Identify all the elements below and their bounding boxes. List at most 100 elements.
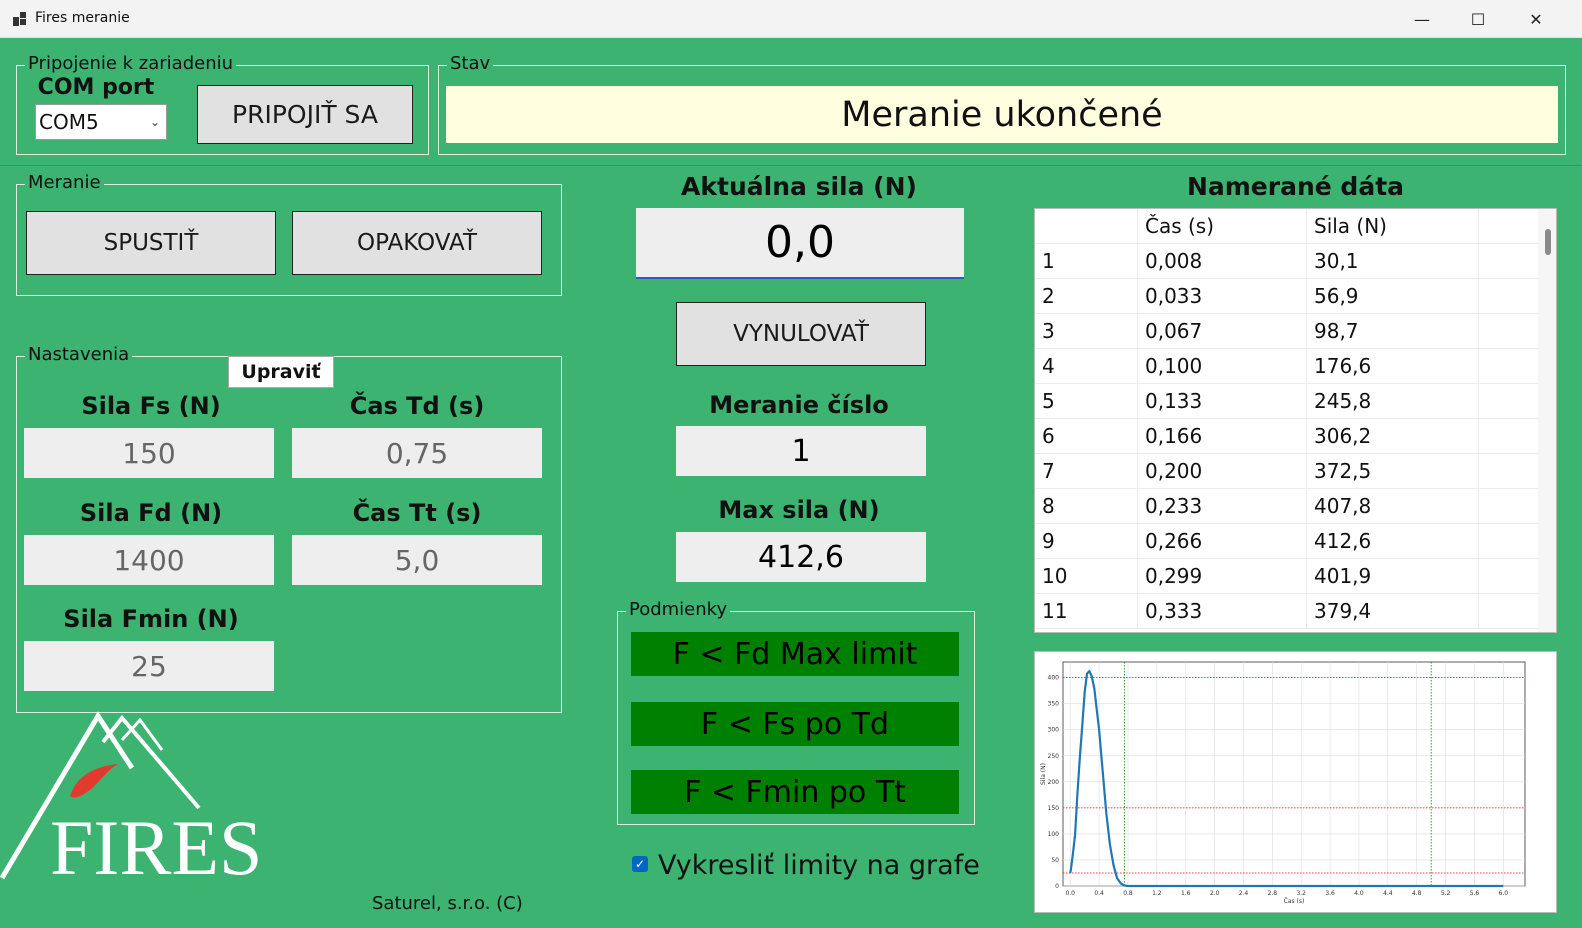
td-input[interactable]: 0,75 bbox=[292, 428, 542, 478]
chart-svg: 0.0 0.4 0.8 1.2 1.6 2.0 2.4 2.8 3.2 3.6 4.0 4.4 4.8 5… bbox=[1040, 661, 1526, 905]
status-legend: Stav bbox=[447, 53, 494, 75]
y-tick-label: 350 bbox=[1048, 701, 1060, 708]
row-index: 10 bbox=[1035, 559, 1138, 594]
tt-label: Čas Tt (s) bbox=[352, 499, 482, 527]
x-tick-label: 2.4 bbox=[1239, 890, 1249, 897]
com-port-select[interactable]: COM5 ⌄ bbox=[35, 104, 167, 140]
close-button[interactable]: ✕ bbox=[1508, 0, 1564, 38]
x-tick-label: 0.8 bbox=[1123, 890, 1133, 897]
row-index: 8 bbox=[1035, 489, 1138, 524]
row-time: 0,166 bbox=[1138, 419, 1307, 454]
row-filler bbox=[1479, 524, 1540, 559]
x-tick-label: 6.0 bbox=[1499, 890, 1509, 897]
row-time: 0,033 bbox=[1138, 279, 1307, 314]
row-force: 56,9 bbox=[1307, 279, 1479, 314]
row-force: 176,6 bbox=[1307, 349, 1479, 384]
current-force-label: Aktuálna sila (N) bbox=[681, 172, 917, 201]
y-tick-label: 250 bbox=[1048, 753, 1060, 760]
row-force: 98,7 bbox=[1307, 314, 1479, 349]
row-filler bbox=[1479, 384, 1540, 419]
title-bar: Fires meranie — ☐ ✕ bbox=[0, 0, 1582, 38]
measurement-number-value: 1 bbox=[676, 426, 926, 476]
scroll-thumb[interactable] bbox=[1545, 229, 1551, 255]
row-index: 7 bbox=[1035, 454, 1138, 489]
x-tick-label: 5.2 bbox=[1441, 890, 1451, 897]
table-row[interactable]: 10 0,299 401,9 bbox=[1035, 559, 1540, 594]
row-index: 9 bbox=[1035, 524, 1138, 559]
row-time: 0,266 bbox=[1138, 524, 1307, 559]
repeat-button[interactable]: OPAKOVAŤ bbox=[292, 211, 542, 275]
x-tick-label: 2.8 bbox=[1268, 890, 1278, 897]
logo-text: FIRES bbox=[50, 804, 262, 882]
divider bbox=[0, 165, 1582, 166]
window-title: Fires meranie bbox=[35, 10, 130, 26]
row-filler bbox=[1479, 419, 1540, 454]
row-index: 5 bbox=[1035, 384, 1138, 419]
chevron-down-icon: ⌄ bbox=[149, 115, 160, 129]
x-tick-label: 4.8 bbox=[1412, 890, 1422, 897]
table-row[interactable]: 2 0,033 56,9 bbox=[1035, 279, 1540, 314]
table-row[interactable]: 6 0,166 306,2 bbox=[1035, 419, 1540, 454]
fd-label: Sila Fd (N) bbox=[79, 499, 223, 527]
table-row[interactable]: 4 0,100 176,6 bbox=[1035, 349, 1540, 384]
start-button[interactable]: SPUSTIŤ bbox=[26, 211, 276, 275]
y-tick-label: 0 bbox=[1055, 883, 1059, 890]
y-tick-label: 100 bbox=[1048, 831, 1060, 838]
x-tick-label: 3.2 bbox=[1296, 890, 1306, 897]
fd-input[interactable]: 1400 bbox=[24, 535, 274, 585]
row-time: 0,299 bbox=[1138, 559, 1307, 594]
x-tick-label: 1.2 bbox=[1152, 890, 1162, 897]
draw-limits-checkbox[interactable]: ✓ bbox=[632, 856, 648, 872]
x-tick-label: 4.0 bbox=[1354, 890, 1364, 897]
table-row[interactable]: 11 0,333 379,4 bbox=[1035, 594, 1540, 629]
row-index: 2 bbox=[1035, 279, 1138, 314]
table-row[interactable]: 3 0,067 98,7 bbox=[1035, 314, 1540, 349]
maximize-button[interactable]: ☐ bbox=[1450, 0, 1506, 38]
row-time: 0,008 bbox=[1138, 244, 1307, 279]
row-time: 0,233 bbox=[1138, 489, 1307, 524]
header-time: Čas (s) bbox=[1138, 209, 1307, 244]
table-row[interactable]: 1 0,008 30,1 bbox=[1035, 244, 1540, 279]
row-index: 4 bbox=[1035, 349, 1138, 384]
row-filler bbox=[1479, 244, 1540, 279]
x-tick-label: 0.4 bbox=[1094, 890, 1104, 897]
edit-button[interactable]: Upraviť bbox=[228, 356, 334, 388]
footer-copyright: Saturel, s.r.o. (C) bbox=[372, 893, 523, 914]
main-panel: Pripojenie k zariadeniu COM port COM5 ⌄ … bbox=[0, 38, 1582, 928]
table-row[interactable]: 8 0,233 407,8 bbox=[1035, 489, 1540, 524]
row-force: 245,8 bbox=[1307, 384, 1479, 419]
fmin-label: Sila Fmin (N) bbox=[63, 605, 239, 633]
current-force-value: 0,0 bbox=[636, 208, 964, 279]
table-row[interactable]: 7 0,200 372,5 bbox=[1035, 454, 1540, 489]
table-row[interactable]: 9 0,266 412,6 bbox=[1035, 524, 1540, 559]
condition-fmin-tt: F < Fmin po Tt bbox=[631, 770, 959, 814]
zero-button[interactable]: VYNULOVAŤ bbox=[676, 302, 926, 366]
connection-legend: Pripojenie k zariadeniu bbox=[25, 53, 237, 75]
table-scrollbar[interactable] bbox=[1538, 209, 1556, 632]
row-time: 0,333 bbox=[1138, 594, 1307, 629]
settings-legend: Nastavenia bbox=[25, 344, 133, 366]
row-index: 11 bbox=[1035, 594, 1138, 629]
row-filler bbox=[1479, 279, 1540, 314]
row-index: 1 bbox=[1035, 244, 1138, 279]
app-icon bbox=[13, 12, 27, 26]
minimize-button[interactable]: — bbox=[1394, 0, 1450, 38]
x-tick-label: 1.6 bbox=[1181, 890, 1191, 897]
tt-input[interactable]: 5,0 bbox=[292, 535, 542, 585]
row-filler bbox=[1479, 454, 1540, 489]
fs-input[interactable]: 150 bbox=[24, 428, 274, 478]
fs-label: Sila Fs (N) bbox=[81, 392, 221, 420]
header-index bbox=[1035, 209, 1138, 244]
measured-data-table[interactable]: Čas (s) Sila (N) 1 0,008 30,1 2 0,033 56,9 3 0,… bbox=[1034, 208, 1557, 633]
table-row[interactable]: 5 0,133 245,8 bbox=[1035, 384, 1540, 419]
header-force: Sila (N) bbox=[1307, 209, 1479, 244]
row-filler bbox=[1479, 594, 1540, 629]
x-tick-label: 3.6 bbox=[1325, 890, 1335, 897]
draw-limits-label: Vykresliť limity na grafe bbox=[658, 850, 980, 881]
fires-logo: FIRES bbox=[0, 711, 262, 882]
conditions-legend: Podmienky bbox=[626, 599, 731, 621]
connect-button[interactable]: PRIPOJIŤ SA bbox=[197, 85, 413, 144]
fmin-input[interactable]: 25 bbox=[24, 641, 274, 691]
com-port-value: COM5 bbox=[39, 110, 99, 134]
y-tick-label: 50 bbox=[1051, 857, 1059, 864]
